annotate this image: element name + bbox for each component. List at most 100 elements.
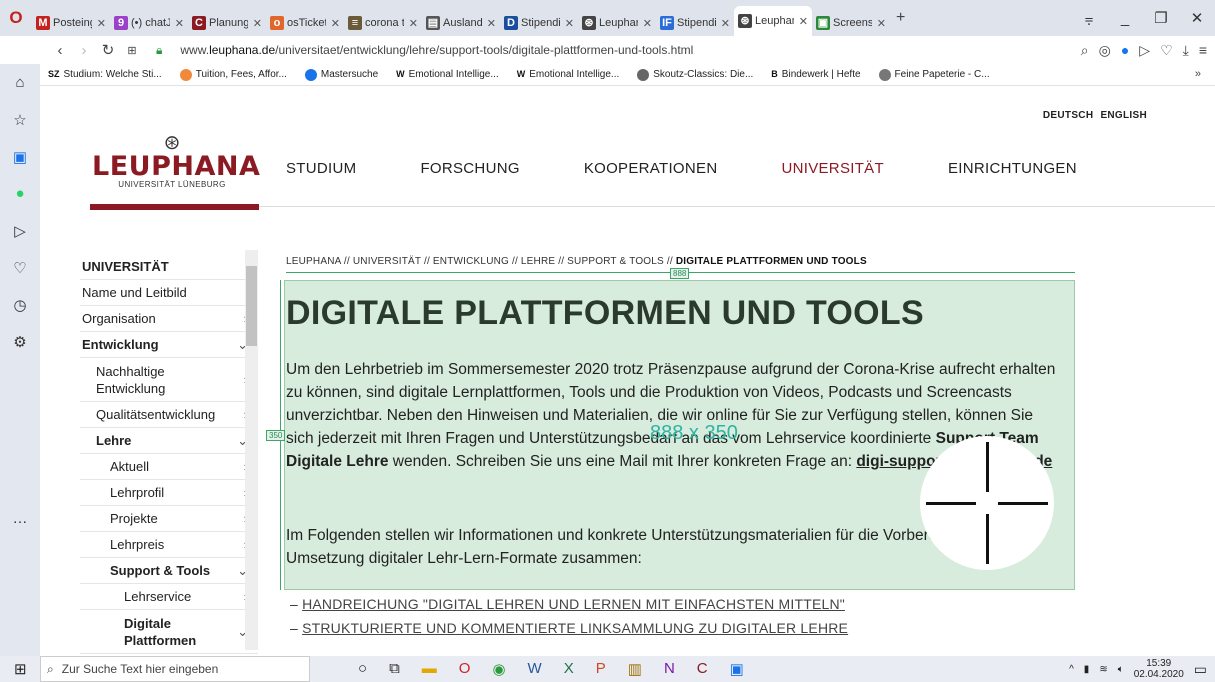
bookmarks-more-icon[interactable]: » bbox=[1195, 68, 1201, 80]
link-linksammlung[interactable]: STRUKTURIERTE UND KOMMENTIERTE LINKSAMML… bbox=[302, 620, 848, 636]
chrome-icon[interactable]: ◉ bbox=[492, 660, 505, 678]
network-icon[interactable]: ≋ bbox=[1099, 664, 1107, 675]
close-tab-icon[interactable]: ✕ bbox=[253, 17, 262, 30]
library-icon[interactable]: ▥ bbox=[628, 660, 642, 678]
link-handreichung[interactable]: HANDREICHUNG "DIGITAL LEHREN UND LERNEN … bbox=[302, 596, 845, 612]
menu-einrichtungen[interactable]: EINRICHTUNGEN bbox=[948, 160, 1077, 177]
flow-icon[interactable]: ▷ bbox=[1139, 42, 1150, 59]
subnav-item[interactable]: Lehrpreis› bbox=[80, 532, 258, 558]
task-view-icon[interactable]: ⧉ bbox=[389, 660, 400, 678]
close-tab-icon[interactable]: ✕ bbox=[643, 17, 652, 30]
subnav-item[interactable]: Support & Tools ⌄ bbox=[80, 558, 258, 584]
opera-menu-icon[interactable]: O bbox=[0, 8, 32, 28]
flow-sidebar-icon[interactable]: ▷ bbox=[0, 212, 40, 249]
subnav-item[interactable]: Nachhaltige Entwicklung› bbox=[80, 358, 258, 402]
subnav-item[interactable]: Lehre ⌄ bbox=[80, 428, 258, 454]
browser-tab[interactable]: ▤Auslands ✕ bbox=[422, 10, 500, 36]
opera-icon[interactable]: O bbox=[459, 660, 471, 678]
menu-studium[interactable]: STUDIUM bbox=[286, 160, 356, 177]
windows-start-icon[interactable]: ⊞ bbox=[14, 660, 27, 678]
browser-tab[interactable]: D Stipendi ✕ bbox=[500, 10, 578, 36]
notifications-icon[interactable]: ▭ bbox=[1194, 661, 1207, 678]
bookmark-item[interactable]: SZ Studium: Welche Sti... bbox=[48, 69, 162, 81]
speed-dial-icon[interactable]: ⊞ bbox=[120, 44, 144, 57]
close-tab-icon[interactable]: ✕ bbox=[877, 17, 886, 30]
tray-chevron-icon[interactable]: ^ bbox=[1069, 664, 1074, 675]
new-tab-button[interactable]: + bbox=[896, 9, 905, 27]
minimize-button[interactable]: _ bbox=[1107, 10, 1143, 27]
camera-icon[interactable]: ▣ bbox=[730, 660, 744, 678]
reload-button[interactable]: ↻ bbox=[96, 41, 120, 59]
bookmark-item[interactable]: W Emotional Intellige... bbox=[396, 69, 499, 81]
url-field[interactable]: www.leuphana.de/universitaet/entwicklung… bbox=[180, 43, 693, 57]
close-tab-icon[interactable]: ✕ bbox=[799, 15, 808, 28]
cortana-icon[interactable]: ○ bbox=[358, 660, 367, 678]
close-tab-icon[interactable]: ✕ bbox=[331, 17, 340, 30]
browser-tab[interactable]: ⊛ Leuphan ✕ bbox=[734, 6, 812, 36]
settings-gear-icon[interactable]: ⚙ bbox=[0, 323, 40, 360]
battery-icon[interactable]: ▮ bbox=[1084, 664, 1090, 675]
onenote-icon[interactable]: N bbox=[664, 660, 675, 678]
lang-english[interactable]: ENGLISH bbox=[1100, 110, 1147, 121]
heart-sidebar-icon[interactable]: ♡ bbox=[0, 249, 40, 286]
vpn-shield-icon[interactable]: ● bbox=[1121, 42, 1129, 58]
tab-menu-icon[interactable]: ⩦ bbox=[1071, 10, 1107, 27]
close-tab-icon[interactable]: ✕ bbox=[487, 17, 496, 30]
powerpoint-icon[interactable]: P bbox=[596, 660, 606, 678]
subnav-item[interactable]: Organisation› bbox=[80, 306, 258, 332]
bookmark-item[interactable]: Skoutz-Classics: Die... bbox=[637, 68, 753, 81]
history-icon[interactable]: ◷ bbox=[0, 286, 40, 323]
close-tab-icon[interactable]: ✕ bbox=[175, 17, 184, 30]
browser-tab[interactable]: o osTicket ✕ bbox=[266, 10, 344, 36]
browser-tab[interactable]: 9 (•) chatJ ✕ bbox=[110, 10, 188, 36]
bookmark-item[interactable]: Mastersuche bbox=[304, 68, 378, 81]
volume-icon[interactable]: 🔈︎ bbox=[1118, 664, 1124, 675]
subnav-scrollbar[interactable] bbox=[245, 250, 258, 650]
maximize-button[interactable]: ❐ bbox=[1143, 9, 1179, 27]
subnav-item[interactable]: Aktuell› bbox=[80, 454, 258, 480]
browser-tab[interactable]: M Posteing ✕ bbox=[32, 10, 110, 36]
word-icon[interactable]: W bbox=[528, 660, 542, 678]
download-icon[interactable]: ⤓ bbox=[1183, 42, 1189, 59]
back-button[interactable]: ‹ bbox=[48, 42, 72, 59]
close-tab-icon[interactable]: ✕ bbox=[565, 17, 574, 30]
home-icon[interactable]: ⌂ bbox=[0, 64, 40, 101]
subnav-item[interactable]: Projekte› bbox=[80, 506, 258, 532]
lang-deutsch[interactable]: DEUTSCH bbox=[1043, 110, 1093, 121]
excel-icon[interactable]: X bbox=[564, 660, 574, 678]
browser-tab[interactable]: ⊛ Leuphan ✕ bbox=[578, 10, 656, 36]
forward-button[interactable]: › bbox=[72, 42, 96, 59]
subnav-item[interactable]: Digitale Plattformen ⌄ bbox=[80, 610, 258, 654]
workspace-icon[interactable]: ▣ bbox=[0, 138, 40, 175]
subnav-item[interactable]: Lehrservice› bbox=[80, 584, 258, 610]
subnav-item[interactable]: Entwicklung ⌄ bbox=[80, 332, 258, 358]
bookmark-item[interactable]: Tuition, Fees, Affor... bbox=[179, 68, 287, 81]
subnav-item[interactable]: Lehrprofil› bbox=[80, 480, 258, 506]
close-tab-icon[interactable]: ✕ bbox=[409, 17, 418, 30]
browser-tab[interactable]: ▣Screensh ✕ bbox=[812, 10, 890, 36]
close-window-button[interactable]: ✕ bbox=[1179, 9, 1215, 27]
clock[interactable]: 15:39 02.04.2020 bbox=[1134, 658, 1184, 680]
close-tab-icon[interactable]: ✕ bbox=[721, 17, 730, 30]
leuphana-logo[interactable]: ⊛ LEUPHANA UNIVERSITÄT LÜNEBURG bbox=[92, 132, 260, 189]
bookmark-item[interactable]: B Bindewerk | Hefte bbox=[771, 69, 860, 81]
heart-icon[interactable]: ♡ bbox=[1160, 42, 1173, 59]
subnav-item[interactable]: Qualitätsentwicklung› bbox=[80, 402, 258, 428]
file-explorer-icon[interactable]: ▬ bbox=[422, 660, 437, 678]
browser-tab[interactable]: C Planung ✕ bbox=[188, 10, 266, 36]
search-icon[interactable]: ⌕ bbox=[1081, 42, 1089, 59]
easy-setup-icon[interactable]: ≡ bbox=[1199, 42, 1207, 58]
close-tab-icon[interactable]: ✕ bbox=[97, 17, 106, 30]
browser-tab[interactable]: ≡ corona t ✕ bbox=[344, 10, 422, 36]
subnav-item[interactable]: UNIVERSITÄT bbox=[80, 254, 258, 280]
more-icon[interactable]: … bbox=[0, 500, 40, 537]
bookmark-item[interactable]: W Emotional Intellige... bbox=[517, 69, 620, 81]
bookmarks-star-icon[interactable]: ☆ bbox=[0, 101, 40, 138]
menu-universitaet[interactable]: UNIVERSITÄT bbox=[781, 160, 883, 177]
subnav-item[interactable]: Name und Leitbild bbox=[80, 280, 258, 306]
whatsapp-icon[interactable]: ● bbox=[0, 175, 40, 212]
bookmark-item[interactable]: Feine Papeterie - C... bbox=[878, 68, 990, 81]
snapshot-icon[interactable]: ◎ bbox=[1099, 42, 1111, 59]
browser-tab[interactable]: IF Stipendi ✕ bbox=[656, 10, 734, 36]
taskbar-search[interactable]: ⌕ Zur Suche Text hier eingeben bbox=[40, 656, 310, 682]
